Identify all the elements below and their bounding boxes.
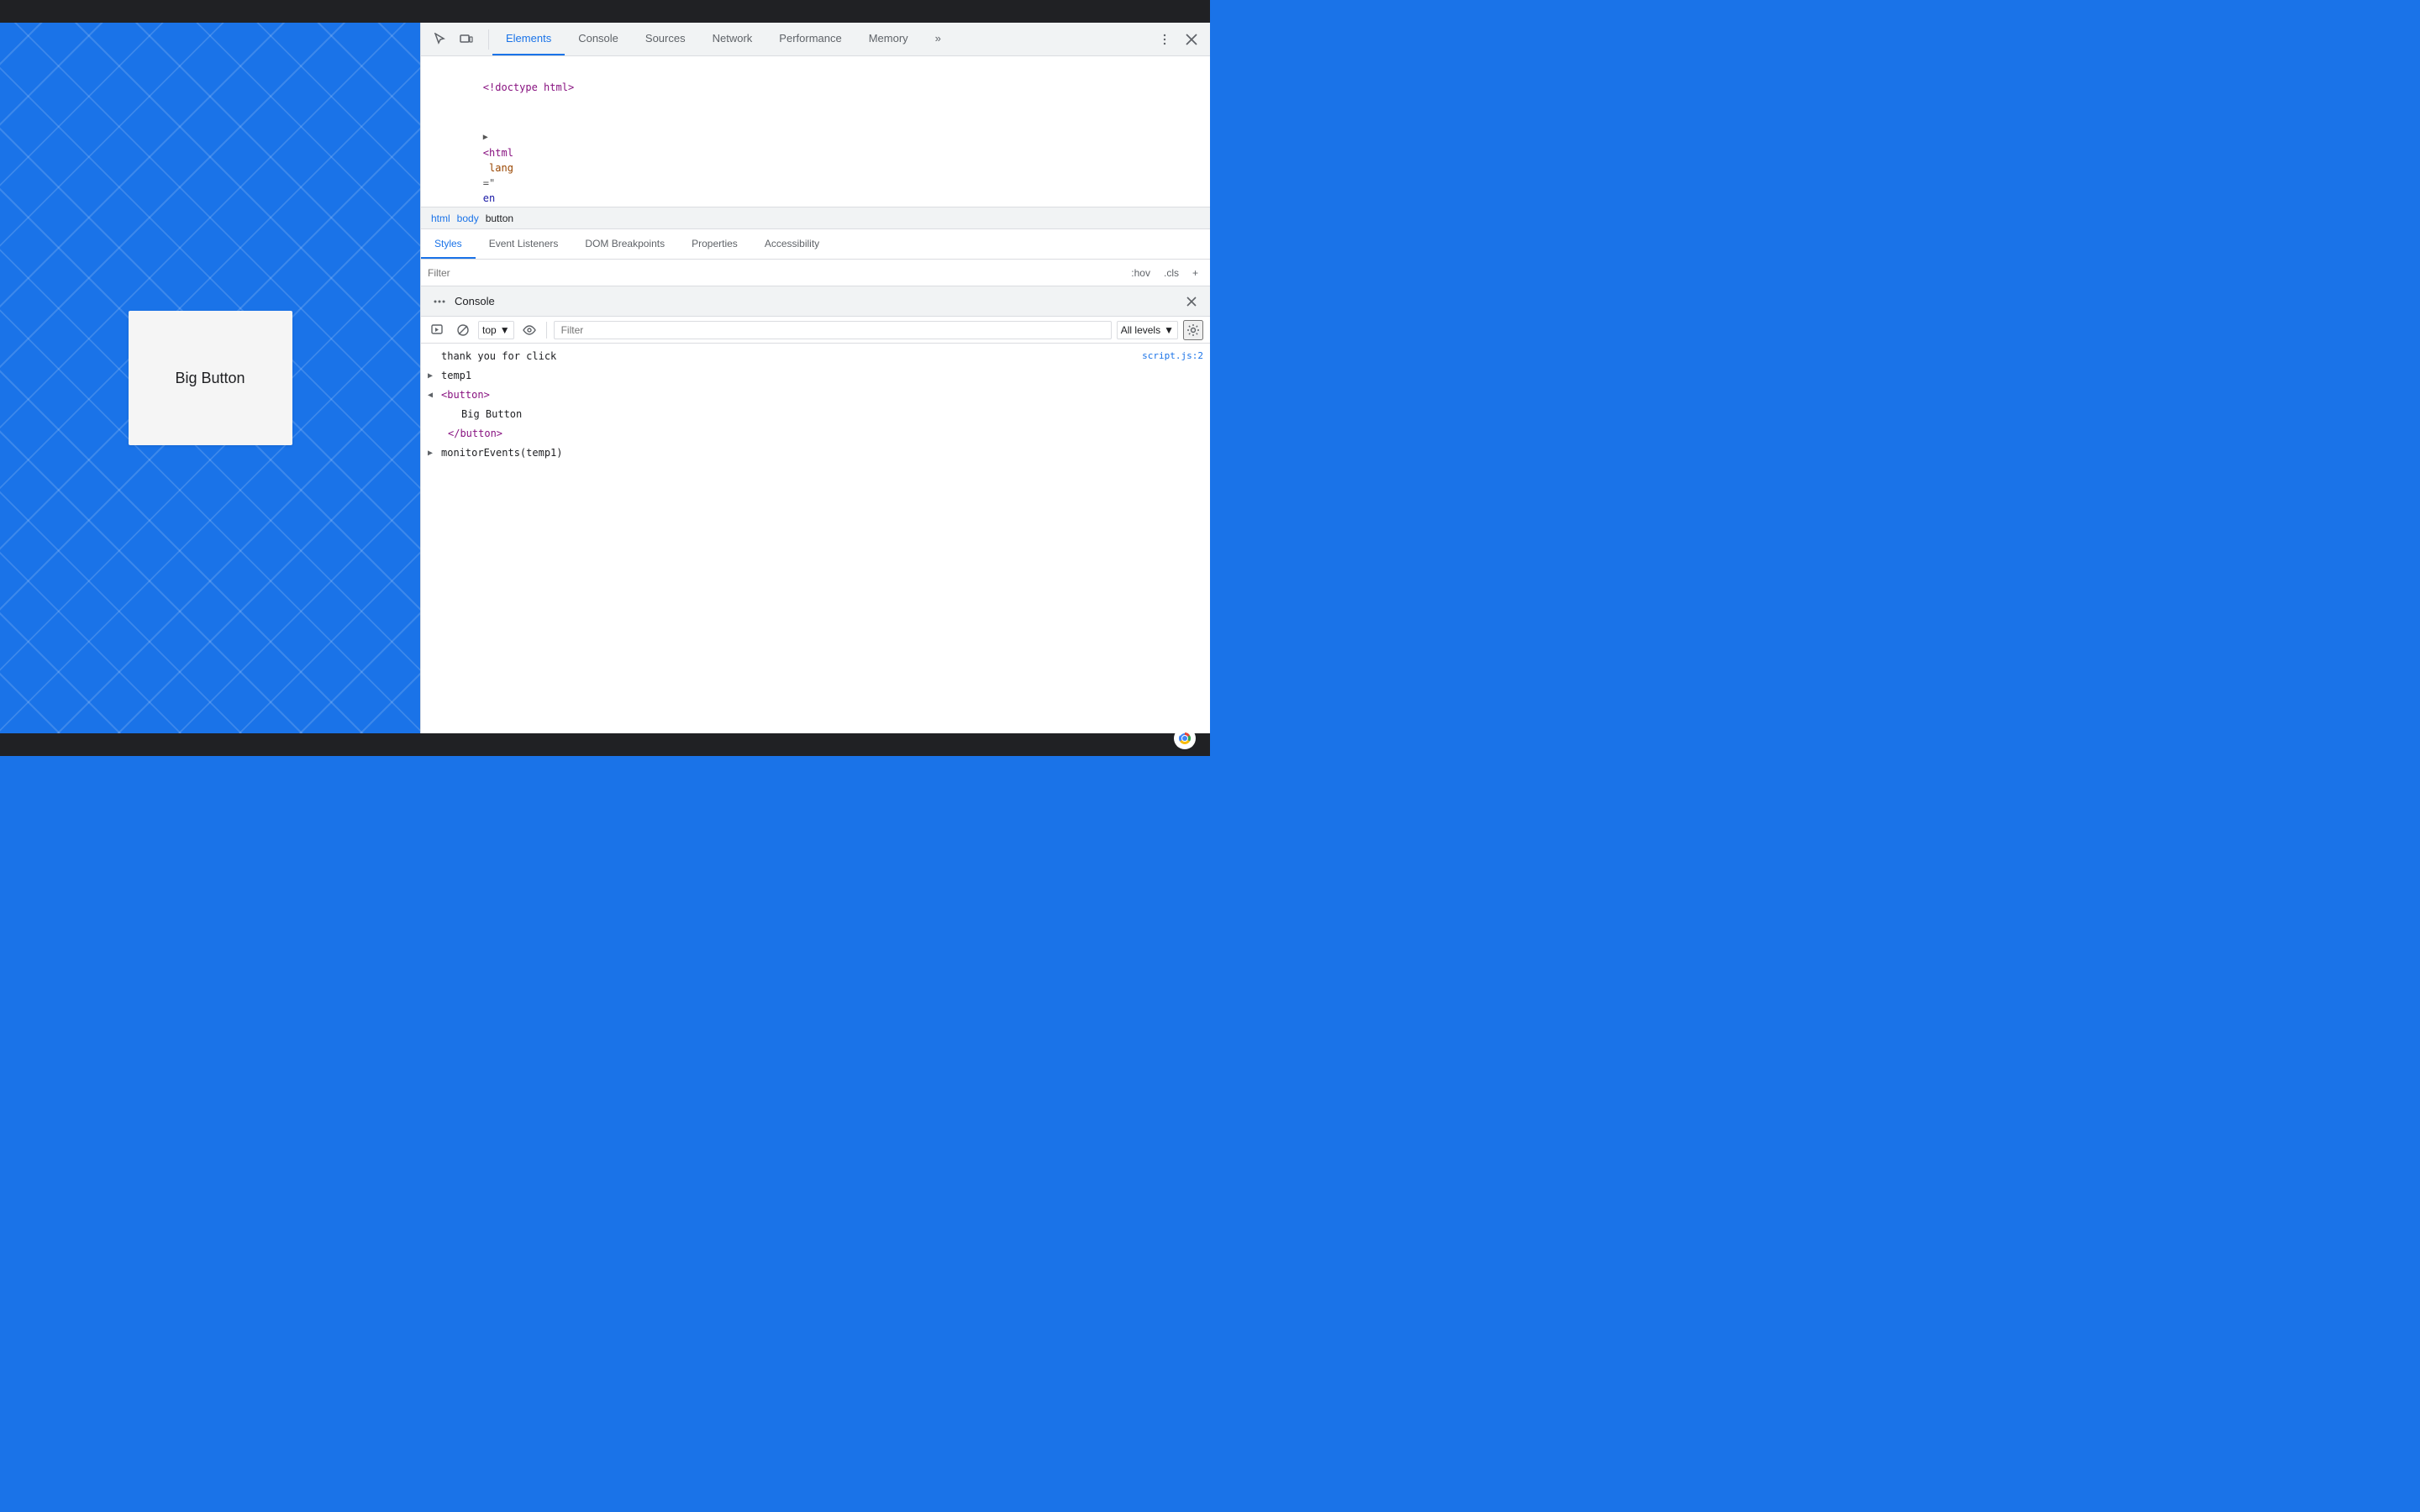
chrome-logo-icon bbox=[1173, 727, 1197, 750]
console-log-line-4[interactable]: ▶ monitorEvents(temp1) bbox=[421, 444, 1210, 463]
tab-console[interactable]: Console bbox=[565, 23, 632, 55]
page-area: Big Button bbox=[0, 23, 420, 733]
console-output[interactable]: thank you for click script.js:2 ▶ temp1 … bbox=[421, 344, 1210, 733]
console-toolbar-divider bbox=[546, 322, 547, 339]
console-settings-button[interactable] bbox=[1183, 320, 1203, 340]
toolbar-right-actions bbox=[1146, 28, 1210, 51]
console-temp1-text: temp1 bbox=[441, 368, 1203, 383]
console-drawer: Console bbox=[421, 286, 1210, 733]
console-button-text: Big Button bbox=[461, 407, 1203, 422]
breadcrumb-html[interactable]: html bbox=[428, 211, 454, 226]
expand-arrow-html[interactable]: ▶ bbox=[483, 130, 488, 145]
html-line-doctype[interactable]: <!doctype html> bbox=[421, 63, 1210, 112]
hov-button[interactable]: :hov bbox=[1126, 265, 1155, 281]
devtools-menu-button[interactable] bbox=[1153, 28, 1176, 51]
main-area: Big Button bbox=[0, 23, 1210, 733]
device-toggle-button[interactable] bbox=[455, 28, 478, 51]
big-button-card[interactable]: Big Button bbox=[129, 311, 292, 445]
console-log-line-2[interactable]: ▶ temp1 bbox=[421, 366, 1210, 386]
toolbar-divider bbox=[488, 29, 489, 50]
console-monitor-text: monitorEvents(temp1) bbox=[441, 445, 1203, 460]
sub-tab-event-listeners[interactable]: Event Listeners bbox=[476, 229, 572, 259]
console-log-text-1: thank you for click bbox=[441, 349, 1135, 364]
breadcrumb-bar: html body button bbox=[421, 207, 1210, 229]
tab-performance[interactable]: Performance bbox=[765, 23, 855, 55]
console-header-dots[interactable] bbox=[428, 290, 451, 313]
sub-tab-accessibility[interactable]: Accessibility bbox=[751, 229, 833, 259]
sub-tab-styles[interactable]: Styles bbox=[421, 229, 476, 259]
cls-button[interactable]: .cls bbox=[1159, 265, 1184, 281]
tab-elements[interactable]: Elements bbox=[492, 23, 565, 55]
devtools-close-button[interactable] bbox=[1180, 28, 1203, 51]
console-execute-button[interactable] bbox=[428, 320, 448, 340]
filter-input[interactable] bbox=[428, 267, 1126, 279]
devtools-panel: Elements Console Sources Network Perform… bbox=[420, 23, 1210, 733]
tab-sources[interactable]: Sources bbox=[632, 23, 699, 55]
inspect-element-button[interactable] bbox=[428, 28, 451, 51]
tab-more[interactable]: » bbox=[922, 23, 955, 55]
sub-tabs-bar: Styles Event Listeners DOM Breakpoints P… bbox=[421, 229, 1210, 260]
console-level-select[interactable]: All levels ▼ bbox=[1117, 321, 1178, 339]
filter-bar: :hov .cls + bbox=[421, 260, 1210, 286]
chrome-logo-container bbox=[1173, 727, 1197, 754]
toolbar-icons bbox=[421, 28, 485, 51]
sub-tab-dom-breakpoints[interactable]: DOM Breakpoints bbox=[571, 229, 678, 259]
sub-tab-properties[interactable]: Properties bbox=[678, 229, 751, 259]
console-log-line-3b: Big Button bbox=[421, 405, 1210, 424]
breadcrumb-button: button bbox=[482, 211, 517, 226]
console-toolbar: top ▼ All levels ▼ bbox=[421, 317, 1210, 344]
tab-network[interactable]: Network bbox=[699, 23, 766, 55]
big-button-label: Big Button bbox=[175, 370, 245, 387]
expand-arrow-temp1[interactable]: ▶ bbox=[428, 369, 433, 384]
filter-actions: :hov .cls + bbox=[1126, 265, 1203, 281]
console-log-line-3c: </button> bbox=[421, 424, 1210, 444]
console-log-source-1[interactable]: script.js:2 bbox=[1142, 349, 1203, 364]
console-header: Console bbox=[421, 286, 1210, 317]
devtools-tabs: Elements Console Sources Network Perform… bbox=[492, 23, 1146, 55]
console-button-close: </button> bbox=[448, 426, 1203, 441]
breadcrumb-body[interactable]: body bbox=[454, 211, 482, 226]
elements-html-panel: <!doctype html> ▶ <html lang =" en " > ▶… bbox=[421, 56, 1210, 207]
console-log-line-3: ◀ <button> bbox=[421, 386, 1210, 405]
expand-arrow-monitor[interactable]: ▶ bbox=[428, 446, 433, 461]
console-filter-input[interactable] bbox=[554, 321, 1112, 339]
top-bar bbox=[0, 0, 1210, 23]
collapse-arrow[interactable]: ◀ bbox=[428, 388, 433, 403]
console-eye-button[interactable] bbox=[519, 320, 539, 340]
console-stop-button[interactable] bbox=[453, 320, 473, 340]
tab-memory[interactable]: Memory bbox=[855, 23, 922, 55]
html-line-html[interactable]: ▶ <html lang =" en " > bbox=[421, 112, 1210, 207]
console-title: Console bbox=[455, 295, 495, 307]
console-button-html: <button> bbox=[441, 387, 1203, 402]
add-style-button[interactable]: + bbox=[1187, 265, 1203, 281]
devtools-toolbar: Elements Console Sources Network Perform… bbox=[421, 23, 1210, 56]
console-close-button[interactable] bbox=[1180, 290, 1203, 313]
bottom-bar bbox=[0, 733, 1210, 756]
console-context-select[interactable]: top ▼ bbox=[478, 321, 514, 339]
console-log-line-1: thank you for click script.js:2 bbox=[421, 347, 1210, 366]
